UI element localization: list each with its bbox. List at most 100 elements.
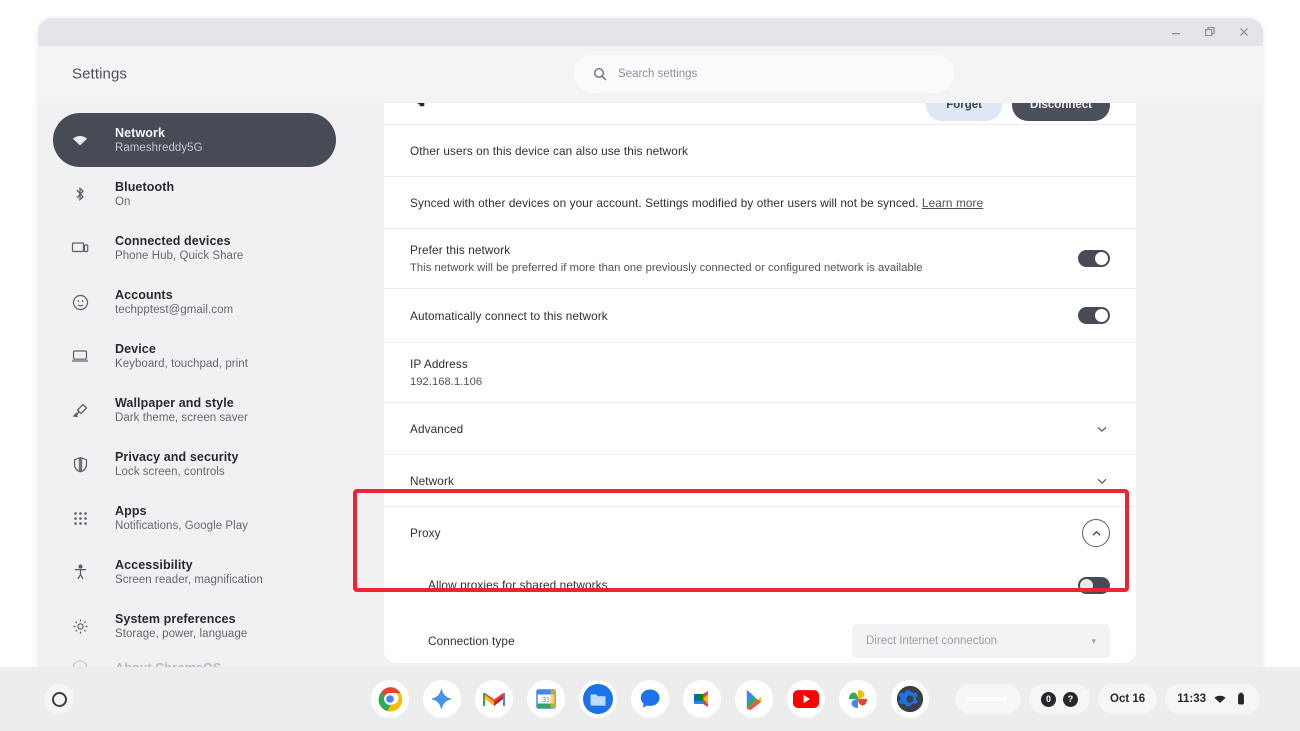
chevron-up-icon[interactable] (1082, 519, 1110, 547)
gmail-icon (483, 693, 505, 706)
sidebar-item-sublabel: Rameshreddy5G (115, 142, 203, 154)
launcher-button[interactable] (44, 684, 74, 714)
calendar-icon: 31 (536, 689, 556, 709)
app-header: Settings Search settings (38, 46, 1263, 131)
status-tray: 0 ? Oct 16 11:33 (955, 684, 1260, 714)
sidebar-item-privacy-and-security[interactable]: Privacy and security Lock screen, contro… (53, 437, 336, 491)
meet-icon (694, 691, 708, 707)
sidebar-item-label: Wallpaper and style (115, 396, 234, 410)
shelf-app-settings[interactable] (891, 680, 929, 718)
brush-icon (69, 399, 91, 421)
sidebar-item-wallpaper-and-style[interactable]: Wallpaper and style Dark theme, screen s… (53, 383, 336, 437)
auto-connect-label: Automatically connect to this network (410, 308, 608, 323)
sidebar-item-system-preferences[interactable]: System preferences Storage, power, langu… (53, 599, 336, 653)
restore-icon[interactable] (1201, 23, 1219, 41)
prefer-network-label: Prefer this network (410, 243, 511, 257)
disconnect-button[interactable]: Disconnect (1012, 103, 1110, 121)
shelf-app-photos[interactable] (839, 680, 877, 718)
auto-connect-row[interactable]: Automatically connect to this network (384, 289, 1136, 343)
tray-date[interactable]: Oct 16 (1098, 684, 1158, 714)
prefer-network-row[interactable]: Prefer this network This network will be… (384, 229, 1136, 289)
account-icon (69, 291, 91, 313)
sidebar-item-sublabel: Dark theme, screen saver (115, 412, 248, 424)
wifi-icon (69, 129, 91, 151)
sidebar-item-sublabel: Keyboard, touchpad, print (115, 358, 248, 370)
notification-badge-a: 0 (1041, 691, 1057, 707)
shelf-app-play-store[interactable] (735, 680, 773, 718)
settings-main-panel: Connected Forget Disconnect Other users … (384, 103, 1263, 667)
shelf-app-meet[interactable] (683, 680, 721, 718)
tray-badges[interactable]: 0 ? (1029, 684, 1091, 714)
shelf-app-gemini[interactable] (423, 680, 461, 718)
sidebar-item-sublabel: Screen reader, magnification (115, 574, 263, 586)
allow-proxies-toggle[interactable] (1078, 576, 1110, 594)
prefer-network-toggle[interactable] (1078, 250, 1110, 267)
sidebar-item-sublabel: Notifications, Google Play (115, 520, 248, 532)
sidebar-item-label: Apps (115, 504, 147, 518)
sidebar-item-apps[interactable]: Apps Notifications, Google Play (53, 491, 336, 545)
window-body: Network Rameshreddy5G Bluetooth On Conne… (38, 103, 1263, 667)
shared-network-row: Other users on this device can also use … (384, 125, 1136, 177)
shelf-app-chrome[interactable] (371, 680, 409, 718)
search-icon (592, 66, 608, 82)
sidebar-item-device[interactable]: Device Keyboard, touchpad, print (53, 329, 336, 383)
auto-connect-toggle[interactable] (1078, 307, 1110, 324)
wifi-locked-icon (410, 103, 428, 109)
date-label: Oct 16 (1110, 693, 1146, 705)
shelf-app-youtube[interactable] (787, 680, 825, 718)
sync-notice-row: Synced with other devices on your accoun… (384, 177, 1136, 229)
settings-gear-icon (896, 685, 924, 713)
laptop-icon (69, 345, 91, 367)
bluetooth-icon (69, 183, 91, 205)
advanced-section-header[interactable]: Advanced (384, 403, 1136, 455)
minimize-icon[interactable] (1167, 23, 1185, 41)
network-section-header[interactable]: Network (384, 455, 1136, 507)
search-input[interactable]: Search settings (574, 55, 954, 93)
launcher-icon (51, 691, 67, 707)
ip-address-value: 192.168.1.106 (410, 376, 483, 388)
learn-more-link[interactable]: Learn more (922, 196, 983, 210)
tray-status[interactable]: 11:33 (1165, 684, 1260, 714)
search-placeholder: Search settings (618, 68, 698, 80)
connection-type-value: Direct Internet connection (866, 635, 998, 647)
sidebar-item-label: Accounts (115, 288, 173, 302)
sidebar-item-connected-devices[interactable]: Connected devices Phone Hub, Quick Share (53, 221, 336, 275)
wifi-icon (1213, 692, 1227, 706)
sync-notice-body: Synced with other devices on your accoun… (410, 195, 919, 210)
shelf-app-gmail[interactable] (475, 680, 513, 718)
gemini-icon (431, 689, 452, 709)
sidebar-item-about-chromeos[interactable]: About ChromeOS (53, 653, 336, 667)
chevron-down-icon[interactable] (1094, 473, 1110, 489)
sidebar-item-sublabel: Storage, power, language (115, 628, 248, 640)
forget-button[interactable]: Forget (926, 103, 1002, 121)
sidebar-item-label: System preferences (115, 612, 236, 626)
allow-proxies-row[interactable]: Allow proxies for shared networks (384, 559, 1136, 611)
settings-window: Settings Search settings Network Rameshr… (38, 18, 1263, 667)
sidebar-item-sublabel: Phone Hub, Quick Share (115, 250, 244, 262)
advanced-label: Advanced (410, 421, 464, 436)
shelf-app-messages[interactable] (631, 680, 669, 718)
sidebar-item-sublabel: On (115, 196, 131, 208)
info-icon (69, 657, 91, 667)
chevron-down-icon[interactable] (1094, 421, 1110, 437)
close-icon[interactable] (1235, 23, 1253, 41)
sidebar-item-bluetooth[interactable]: Bluetooth On (53, 167, 336, 221)
proxy-section-header[interactable]: Proxy (384, 507, 1136, 559)
window-titlebar (38, 18, 1263, 46)
accessibility-icon (69, 561, 91, 583)
chevron-down-icon: ▾ (1091, 635, 1096, 646)
connection-type-select[interactable]: Direct Internet connection ▾ (852, 624, 1110, 658)
sidebar-item-network[interactable]: Network Rameshreddy5G (53, 113, 336, 167)
shelf-app-calendar[interactable]: 31 (527, 680, 565, 718)
shield-icon (69, 453, 91, 475)
sidebar-item-accounts[interactable]: Accounts techpptest@gmail.com (53, 275, 336, 329)
sidebar-item-accessibility[interactable]: Accessibility Screen reader, magnificati… (53, 545, 336, 599)
tray-blurred-item[interactable] (955, 684, 1022, 714)
connection-type-row[interactable]: Connection type Direct Internet connecti… (384, 611, 1136, 663)
svg-text:31: 31 (542, 697, 550, 704)
sidebar-item-label: Device (115, 342, 156, 356)
network-section-label: Network (410, 473, 454, 488)
shelf-app-files[interactable] (579, 680, 617, 718)
notification-badge-b: ? (1063, 691, 1079, 707)
sidebar-item-label: Connected devices (115, 234, 231, 248)
